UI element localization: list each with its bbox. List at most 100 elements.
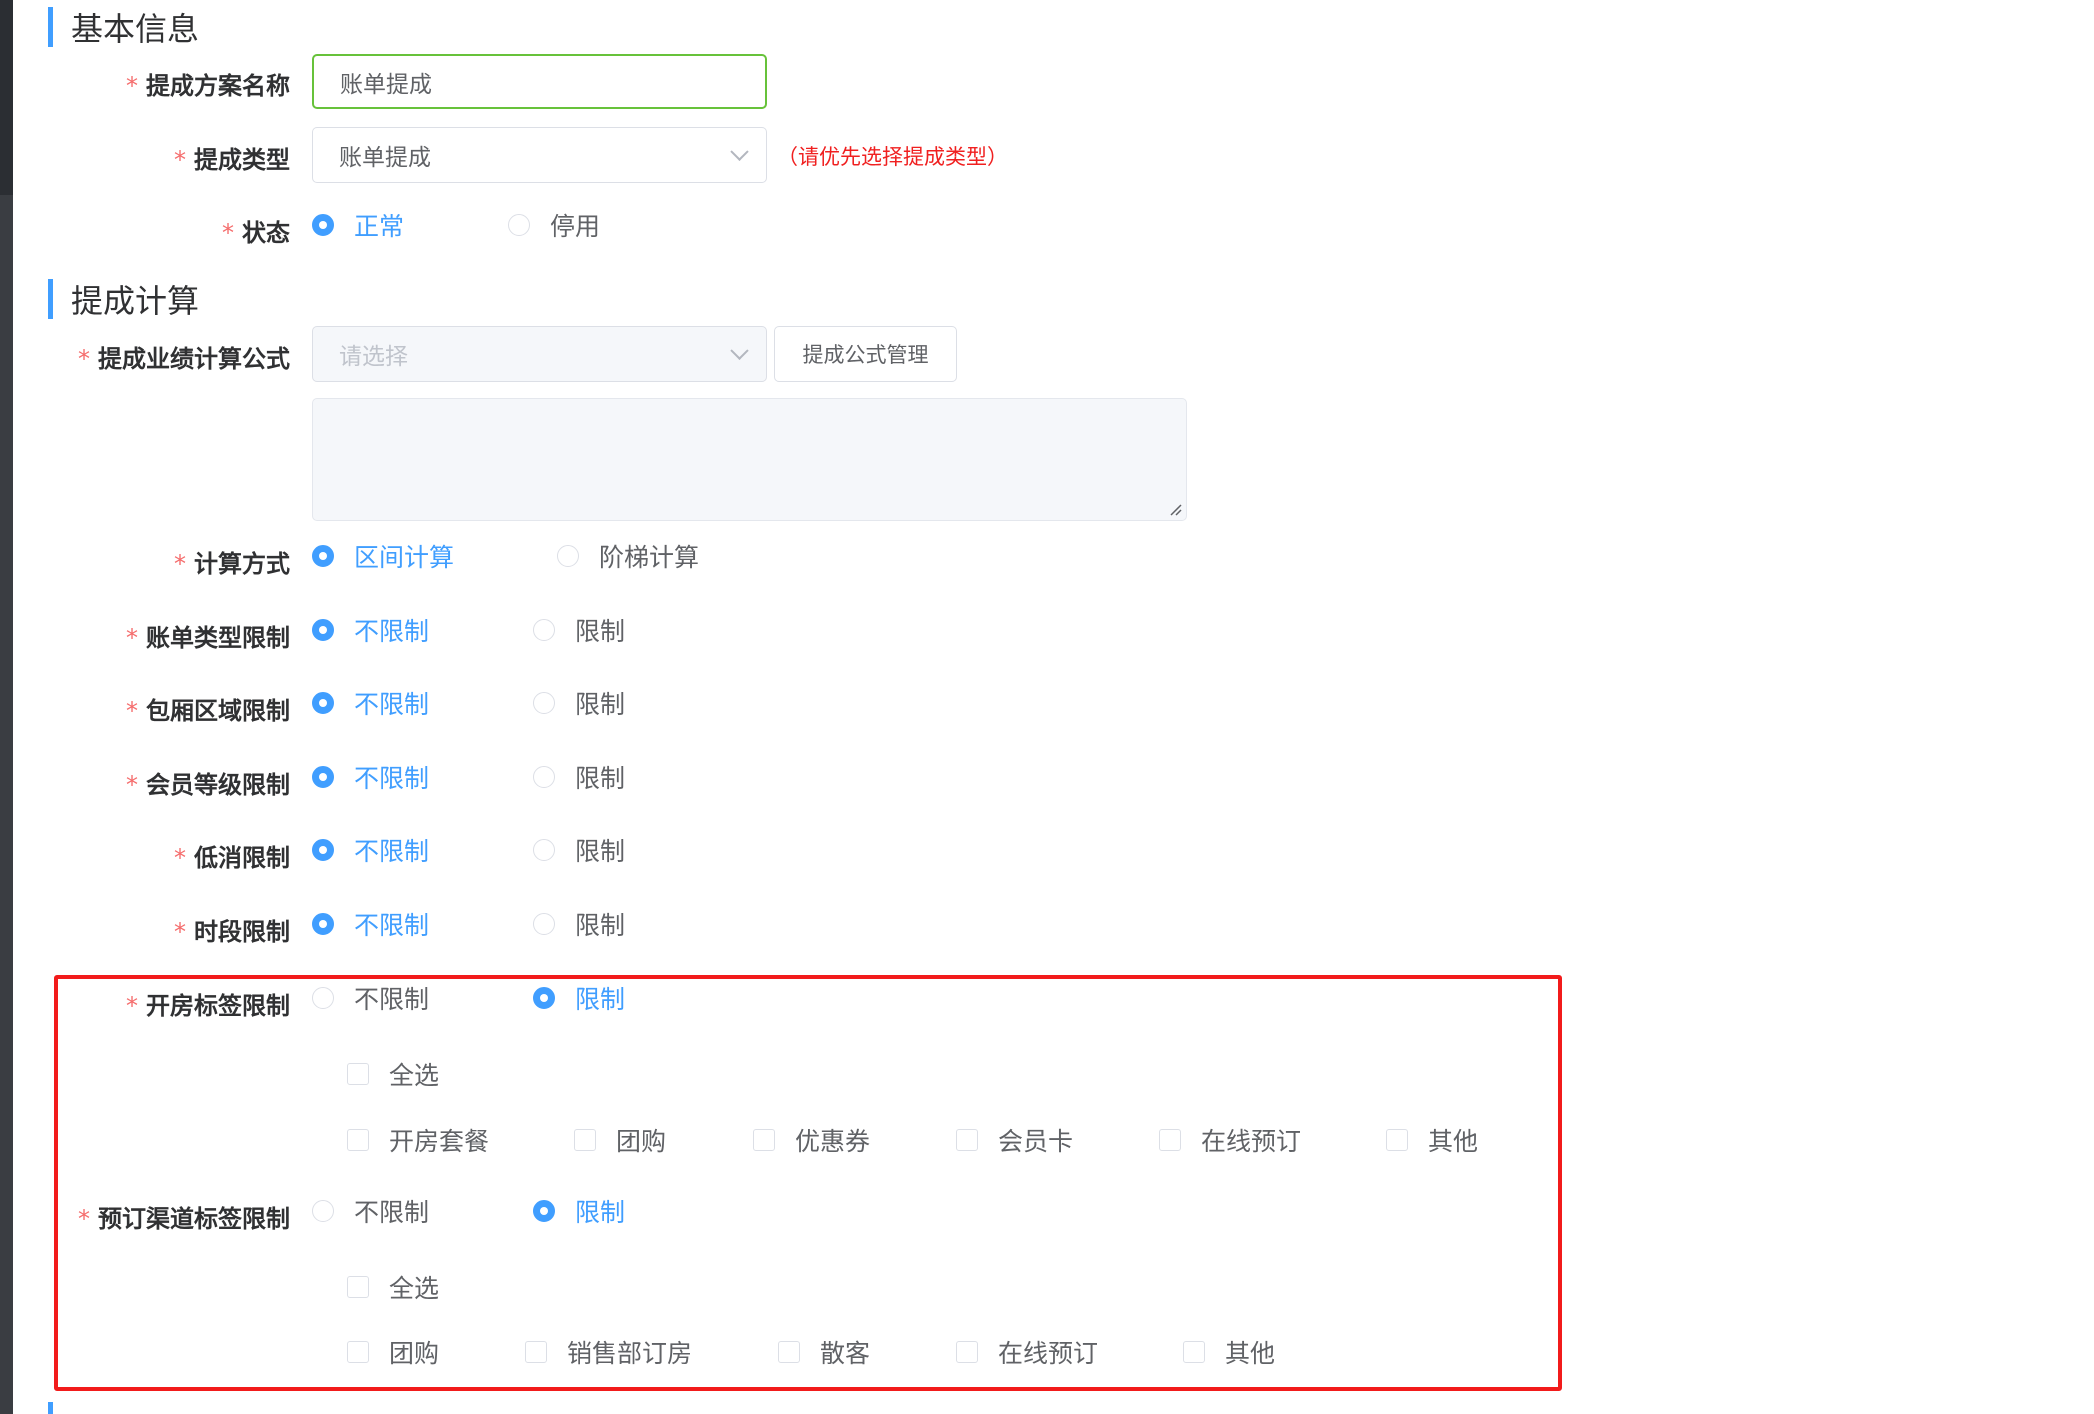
formula-label: * 提成业绩计算公式 — [78, 345, 290, 373]
radio-icon — [557, 545, 579, 567]
section-commission-calc: 提成计算 — [48, 279, 200, 320]
room-tag-radio-unlimited[interactable]: 不限制 — [312, 981, 429, 1015]
member-level-radio-unlimited[interactable]: 不限制 — [312, 760, 429, 794]
commission-type-hint: （请优先选择提成类型） — [777, 145, 1008, 169]
section-accent-bar — [48, 279, 53, 319]
radio-icon — [312, 1200, 334, 1222]
min-spend-radio-unlimited[interactable]: 不限制 — [312, 833, 429, 867]
radio-icon — [533, 987, 555, 1009]
required-asterisk: * — [222, 219, 234, 247]
checkbox-icon — [956, 1341, 978, 1363]
formula-placeholder: 请选择 — [339, 344, 408, 370]
radio-icon — [312, 913, 334, 935]
plan-name-label: * 提成方案名称 — [126, 72, 290, 100]
section-title: 基本信息 — [71, 10, 200, 48]
checkbox-icon — [347, 1276, 369, 1298]
required-asterisk: * — [126, 771, 138, 799]
radio-icon — [312, 987, 334, 1009]
calc-method-radio-tiered[interactable]: 阶梯计算 — [557, 539, 699, 573]
radio-icon — [533, 692, 555, 714]
required-asterisk: * — [78, 345, 90, 373]
room-tag-checkbox[interactable]: 其他 — [1386, 1123, 1478, 1157]
next-section-accent-bar — [48, 1402, 53, 1414]
bill-type-restrict-label: * 账单类型限制 — [126, 624, 290, 652]
room-tag-checkbox[interactable]: 团购 — [574, 1123, 666, 1157]
calc-method-label: * 计算方式 — [174, 550, 290, 578]
chevron-down-icon — [730, 142, 749, 161]
checkbox-icon — [1183, 1341, 1205, 1363]
required-asterisk: * — [126, 72, 138, 100]
time-slot-radio-limited[interactable]: 限制 — [533, 907, 625, 941]
radio-icon — [533, 839, 555, 861]
channel-tag-checkbox[interactable]: 在线预订 — [956, 1335, 1098, 1369]
formula-manage-button[interactable]: 提成公式管理 — [774, 326, 957, 382]
channel-tag-radio-limited[interactable]: 限制 — [533, 1194, 625, 1228]
calc-method-radio-interval[interactable]: 区间计算 — [312, 539, 454, 573]
checkbox-icon — [753, 1129, 775, 1151]
checkbox-icon — [347, 1129, 369, 1151]
commission-type-label: * 提成类型 — [174, 146, 290, 174]
radio-icon — [533, 619, 555, 641]
room-tag-restrict-label: * 开房标签限制 — [126, 992, 290, 1020]
room-area-radio-limited[interactable]: 限制 — [533, 686, 625, 720]
commission-type-value: 账单提成 — [339, 145, 431, 171]
status-label: * 状态 — [222, 219, 290, 247]
channel-tag-radio-unlimited[interactable]: 不限制 — [312, 1194, 429, 1228]
radio-icon — [533, 1200, 555, 1222]
member-level-restrict-label: * 会员等级限制 — [126, 771, 290, 799]
required-asterisk: * — [174, 844, 186, 872]
required-asterisk: * — [174, 918, 186, 946]
radio-icon — [533, 766, 555, 788]
room-area-restrict-label: * 包厢区域限制 — [126, 697, 290, 725]
radio-icon — [508, 214, 530, 236]
room-tag-checkbox[interactable]: 会员卡 — [956, 1123, 1073, 1157]
status-radio-disabled[interactable]: 停用 — [508, 208, 600, 242]
radio-icon — [312, 839, 334, 861]
section-title: 提成计算 — [71, 282, 200, 320]
resize-handle-icon[interactable] — [1168, 502, 1182, 516]
checkbox-icon — [1159, 1129, 1181, 1151]
radio-icon — [312, 619, 334, 641]
channel-tag-checkbox[interactable]: 销售部订房 — [525, 1335, 692, 1369]
sidebar-edge-dark-segment — [0, 0, 13, 195]
checkbox-icon — [347, 1063, 369, 1085]
channel-tag-checkbox[interactable]: 其他 — [1183, 1335, 1275, 1369]
highlight-annotation-box — [54, 975, 1562, 1391]
channel-tag-checkbox[interactable]: 团购 — [347, 1335, 439, 1369]
section-accent-bar — [48, 7, 53, 47]
channel-tag-restrict-label: * 预订渠道标签限制 — [78, 1205, 290, 1233]
min-spend-radio-limited[interactable]: 限制 — [533, 833, 625, 867]
member-level-radio-limited[interactable]: 限制 — [533, 760, 625, 794]
room-area-radio-unlimited[interactable]: 不限制 — [312, 686, 429, 720]
room-tag-select-all-checkbox[interactable]: 全选 — [347, 1057, 439, 1091]
room-tag-checkbox[interactable]: 优惠券 — [753, 1123, 870, 1157]
required-asterisk: * — [126, 992, 138, 1020]
status-radio-normal[interactable]: 正常 — [312, 208, 404, 242]
time-slot-radio-unlimited[interactable]: 不限制 — [312, 907, 429, 941]
bill-type-radio-limited[interactable]: 限制 — [533, 613, 625, 647]
bill-type-radio-unlimited[interactable]: 不限制 — [312, 613, 429, 647]
chevron-down-icon — [730, 341, 749, 360]
section-basic-info: 基本信息 — [48, 7, 200, 48]
channel-tag-select-all-checkbox[interactable]: 全选 — [347, 1270, 439, 1304]
room-tag-radio-limited[interactable]: 限制 — [533, 981, 625, 1015]
channel-tag-checkbox[interactable]: 散客 — [778, 1335, 870, 1369]
plan-name-input[interactable]: 账单提成 — [312, 54, 767, 109]
radio-icon — [312, 766, 334, 788]
room-tag-checkbox[interactable]: 开房套餐 — [347, 1123, 489, 1157]
required-asterisk: * — [174, 146, 186, 174]
radio-icon — [312, 214, 334, 236]
formula-select[interactable]: 请选择 — [312, 326, 767, 382]
formula-textarea[interactable] — [312, 398, 1187, 521]
checkbox-icon — [347, 1341, 369, 1363]
radio-icon — [312, 545, 334, 567]
commission-type-select[interactable]: 账单提成 — [312, 127, 767, 183]
required-asterisk: * — [174, 550, 186, 578]
required-asterisk: * — [126, 697, 138, 725]
left-sidebar-edge — [0, 0, 13, 1414]
checkbox-icon — [956, 1129, 978, 1151]
required-asterisk: * — [126, 624, 138, 652]
room-tag-checkbox[interactable]: 在线预订 — [1159, 1123, 1301, 1157]
plan-name-value: 账单提成 — [340, 71, 432, 98]
min-spend-restrict-label: * 低消限制 — [174, 844, 290, 872]
